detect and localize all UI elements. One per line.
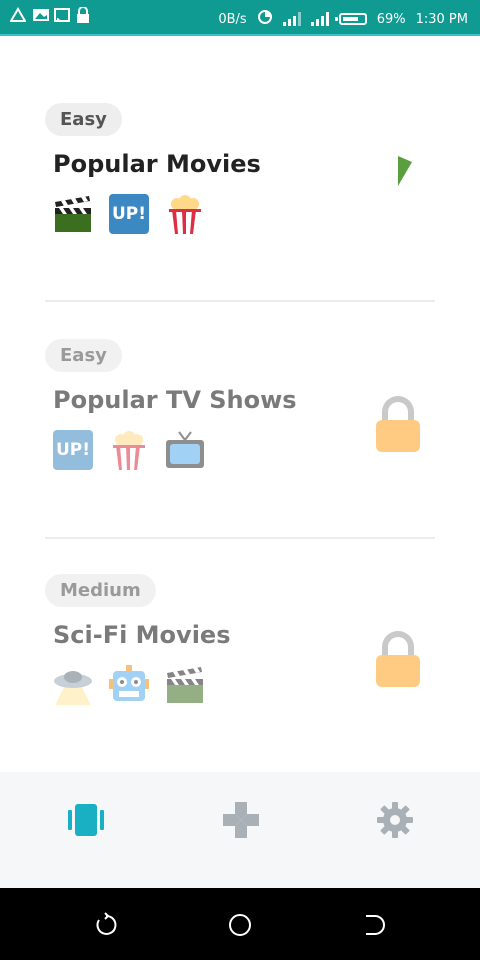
category-title: Popular Movies (53, 150, 261, 178)
back-icon (366, 915, 385, 935)
gamepad-icon (223, 802, 259, 838)
system-navigation-bar (0, 888, 480, 960)
cast-icon (54, 7, 70, 23)
bottom-navigation (0, 772, 480, 888)
progress-flag-icon (398, 156, 412, 186)
recent-apps-button[interactable] (94, 912, 120, 938)
battery-percent: 69% (376, 11, 406, 27)
home-button[interactable] (227, 912, 253, 938)
lock-icon (376, 396, 420, 452)
up-text: UP! (55, 440, 91, 460)
status-icons-left (9, 6, 92, 23)
flying-saucer-icon (53, 665, 93, 705)
clapper-board-icon (165, 665, 205, 705)
battery-icon (334, 13, 367, 25)
divider (45, 300, 435, 302)
recent-apps-icon (96, 912, 117, 935)
status-icons-right: 0B/s 69% 1:30 PM (218, 9, 468, 29)
popcorn-icon (109, 430, 149, 470)
difficulty-chip: Easy (45, 103, 122, 136)
settings-gear-icon (377, 802, 413, 838)
difficulty-chip: Easy (45, 339, 122, 372)
lock-status-icon (76, 6, 92, 23)
nav-games-button[interactable] (216, 800, 266, 840)
divider (45, 537, 435, 539)
status-bar: 0B/s 69% 1:30 PM (0, 0, 480, 36)
cards-icon (68, 804, 104, 836)
lock-icon (376, 631, 420, 687)
warning-icon (9, 7, 27, 23)
nav-settings-button[interactable] (370, 800, 420, 840)
up-button-icon: UP! (53, 430, 93, 470)
home-icon (229, 914, 251, 936)
data-saver-icon (257, 9, 273, 29)
signal-2-icon (310, 12, 329, 26)
image-icon (32, 7, 49, 23)
popcorn-icon (165, 194, 205, 234)
clapper-board-icon (53, 194, 93, 234)
up-text: UP! (111, 204, 147, 224)
robot-icon (109, 665, 149, 705)
television-icon (165, 430, 205, 470)
category-card-popular-movies[interactable]: Easy Popular Movies UP! (45, 103, 435, 234)
net-speed: 0B/s (218, 11, 247, 27)
clock: 1:30 PM (415, 11, 468, 27)
category-icons: UP! (53, 194, 435, 234)
nav-cards-button[interactable] (61, 800, 111, 840)
signal-1-icon (282, 12, 301, 26)
up-button-icon: UP! (109, 194, 149, 234)
difficulty-chip: Medium (45, 574, 156, 607)
back-button[interactable] (360, 912, 386, 938)
